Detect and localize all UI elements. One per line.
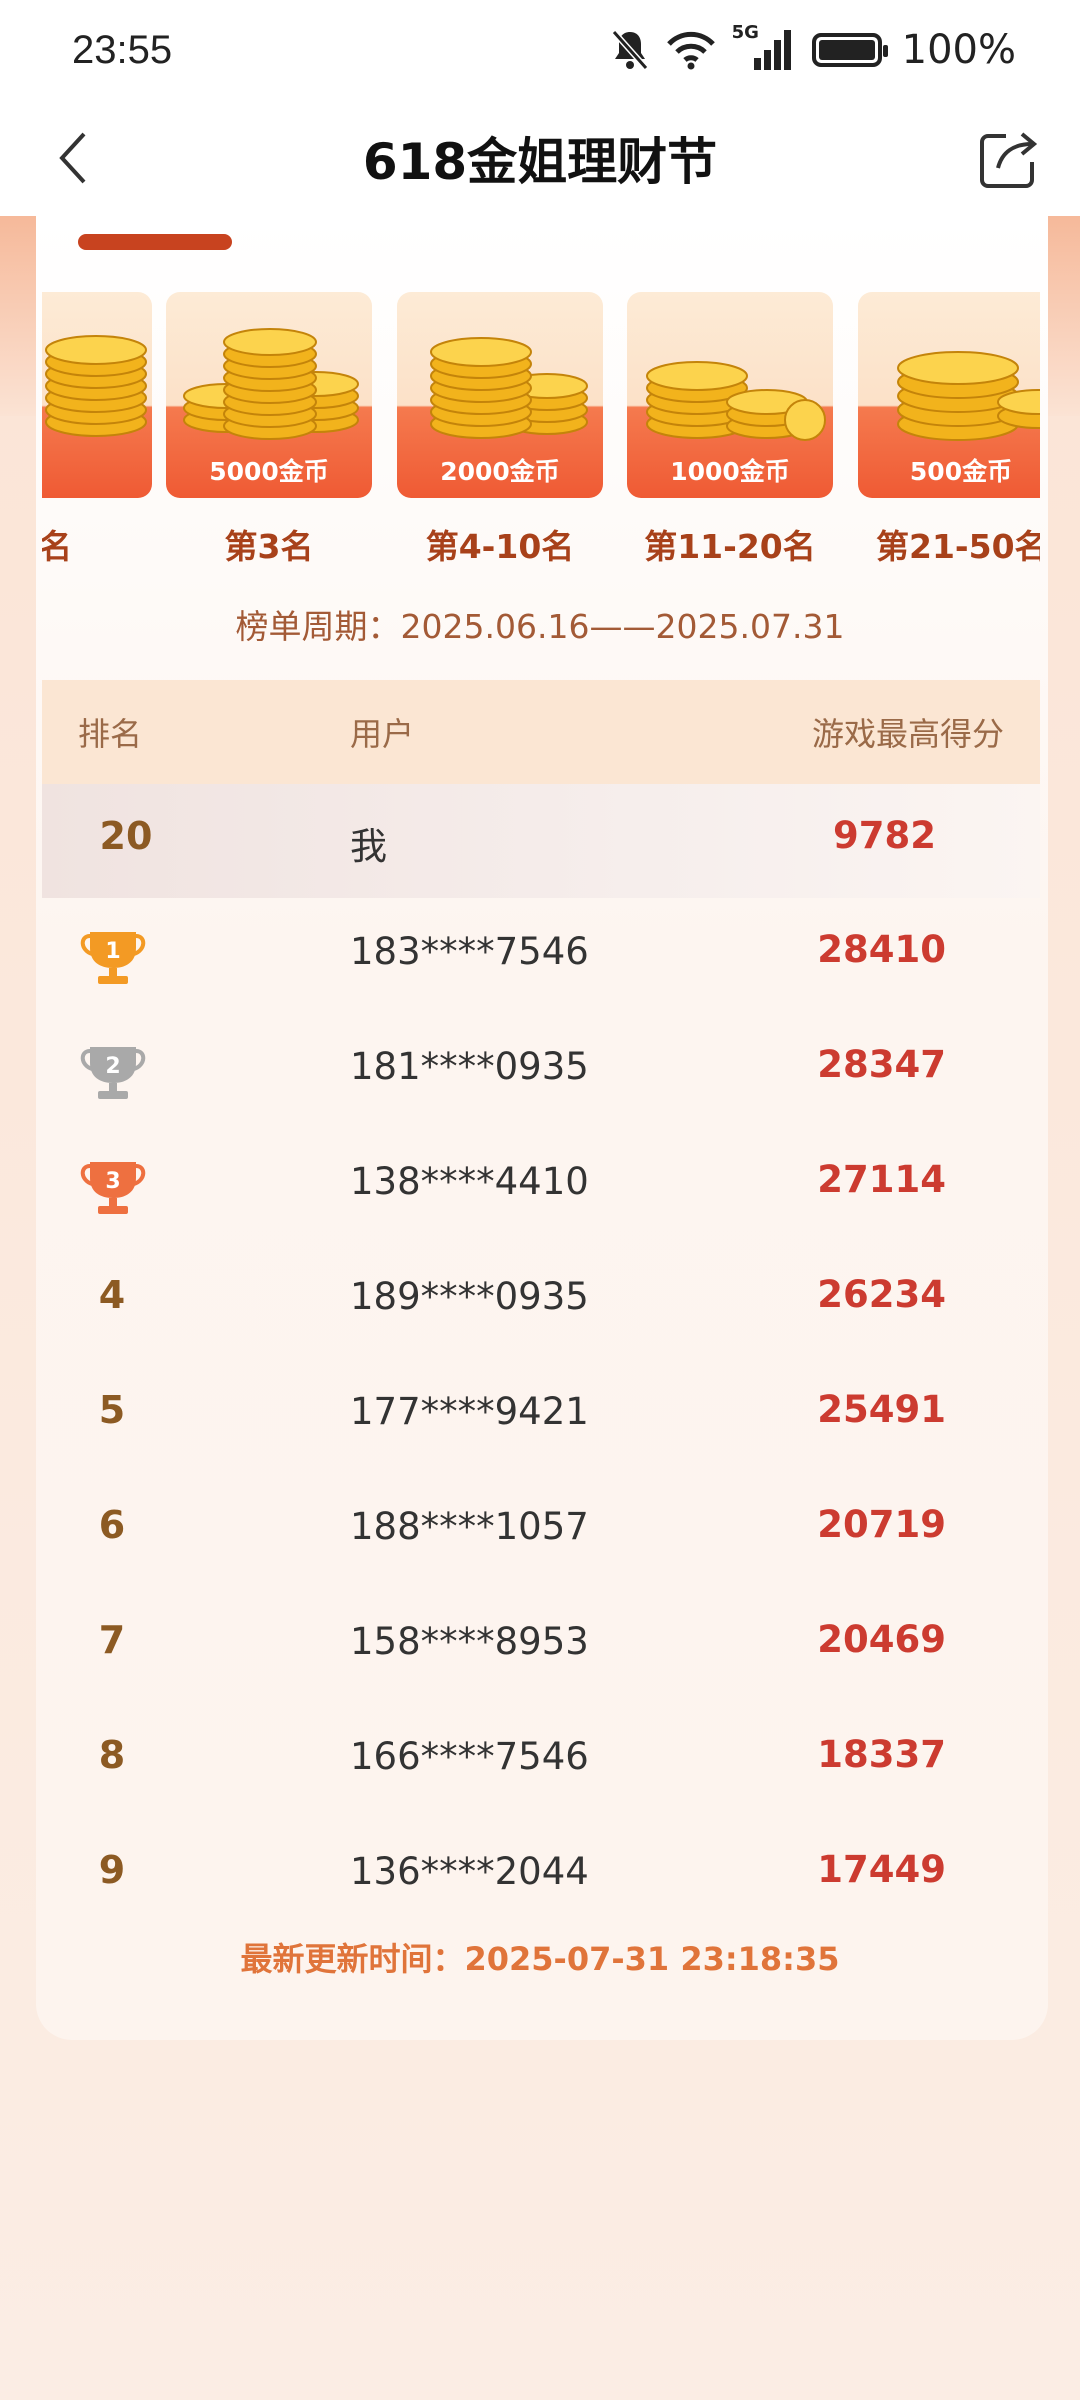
table-row: 9 136****2044 17449 xyxy=(42,1818,1040,1933)
row-rank: 5 xyxy=(98,1388,126,1432)
prize-carousel[interactable]: 金币 2名 5000金币 第3名 xyxy=(42,292,1040,572)
table-header: 排名 用户 游戏最高得分 xyxy=(42,680,1040,784)
prize-item[interactable]: 500金币 第21-50名 xyxy=(858,292,1040,568)
page-title: 618金姐理财节 xyxy=(362,133,718,191)
prize-amount: 2000金币 xyxy=(440,457,560,486)
prize-amount: 500金币 xyxy=(909,457,1013,486)
status-icons: 5G 100% xyxy=(610,22,1016,73)
prize-amount: 1000金币 xyxy=(670,457,790,486)
share-icon[interactable] xyxy=(978,124,1044,190)
decor-strip-left xyxy=(0,216,36,416)
prize-item[interactable]: 金币 2名 xyxy=(42,292,152,568)
status-time: 23:55 xyxy=(72,27,173,72)
prize-item[interactable]: 2000金币 第4-10名 xyxy=(397,292,603,568)
battery-icon xyxy=(811,33,888,67)
my-rank-row: 20 我 9782 xyxy=(42,784,1040,898)
row-score: 26234 xyxy=(817,1273,946,1316)
cell-signal-icon: 5G xyxy=(732,22,796,72)
nav-header: 618金姐理财节 xyxy=(0,100,1080,216)
row-rank: 9 xyxy=(98,1848,126,1892)
row-user: 136****2044 xyxy=(350,1850,589,1893)
my-user: 我 xyxy=(350,825,387,868)
row-user: 188****1057 xyxy=(350,1505,589,1548)
prize-tile: 2000金币 xyxy=(397,292,603,498)
my-score: 9782 xyxy=(833,814,936,857)
prize-rank: 第3名 xyxy=(224,527,314,566)
col-user-header: 用户 xyxy=(350,715,415,753)
table-row: 4 189****0935 26234 xyxy=(42,1243,1040,1358)
prize-rank: 2名 xyxy=(42,527,72,566)
row-user: 177****9421 xyxy=(350,1390,589,1433)
svg-text:2: 2 xyxy=(105,1054,120,1079)
tab-indicator xyxy=(78,234,232,250)
silver-trophy-icon: 2 xyxy=(80,1047,146,1099)
prize-tile: 金币 xyxy=(42,292,152,498)
row-score: 28410 xyxy=(817,928,946,971)
row-user: 181****0935 xyxy=(350,1045,589,1088)
row-user: 138****4410 xyxy=(350,1160,589,1203)
battery-percent: 100% xyxy=(901,27,1016,73)
coin-stack-icon xyxy=(897,351,1040,441)
row-user: 189****0935 xyxy=(350,1275,589,1318)
wifi-icon xyxy=(666,31,715,70)
row-score: 17449 xyxy=(817,1848,946,1891)
svg-text:1: 1 xyxy=(105,939,120,964)
row-score: 18337 xyxy=(817,1733,946,1776)
table-row: 6 188****1057 20719 xyxy=(42,1473,1040,1588)
col-score-header: 游戏最高得分 xyxy=(811,715,1004,753)
last-updated-time: 最新更新时间：2025-07-31 23:18:35 xyxy=(240,1940,840,1978)
row-score: 20469 xyxy=(817,1618,946,1661)
row-rank: 8 xyxy=(98,1733,126,1777)
table-row: 5 177****9421 25491 xyxy=(42,1358,1040,1473)
status-bar: 23:55 5G 100% xyxy=(0,0,1080,100)
coin-stack-icon xyxy=(430,337,588,439)
prize-item[interactable]: 1000金币 第11-20名 xyxy=(627,292,833,568)
prize-rank: 第4-10名 xyxy=(425,527,575,566)
prize-tile: 500金币 xyxy=(858,292,1040,498)
row-user: 166****7546 xyxy=(350,1735,589,1778)
prize-tile: 1000金币 xyxy=(627,292,833,498)
back-chevron-icon[interactable] xyxy=(44,126,108,190)
table-row: 2 181****0935 28347 xyxy=(42,1013,1040,1128)
row-user: 183****7546 xyxy=(350,930,589,973)
table-row: 3 138****4410 27114 xyxy=(42,1128,1040,1243)
prize-amount: 5000金币 xyxy=(209,457,329,486)
row-rank: 4 xyxy=(98,1273,126,1317)
row-rank: 7 xyxy=(98,1618,126,1662)
row-score: 25491 xyxy=(817,1388,946,1431)
table-row: 7 158****8953 20469 xyxy=(42,1588,1040,1703)
my-rank: 20 xyxy=(99,814,153,858)
prize-item[interactable]: 5000金币 第3名 xyxy=(166,292,372,568)
svg-text:3: 3 xyxy=(105,1169,120,1194)
gold-trophy-icon: 1 xyxy=(80,932,146,984)
prize-rank: 第11-20名 xyxy=(644,527,816,566)
bronze-trophy-icon: 3 xyxy=(80,1162,146,1214)
col-rank-header: 排名 xyxy=(78,715,143,753)
row-score: 20719 xyxy=(817,1503,946,1546)
row-rank: 6 xyxy=(98,1503,126,1547)
prize-amount: 金币 xyxy=(42,452,92,488)
table-row: 8 166****7546 18337 xyxy=(42,1703,1040,1818)
prize-tile: 5000金币 xyxy=(166,292,372,498)
prize-rank: 第21-50名 xyxy=(876,527,1040,566)
row-score: 28347 xyxy=(817,1043,946,1086)
row-user: 158****8953 xyxy=(350,1620,589,1663)
coin-stack-icon xyxy=(45,335,147,437)
decor-strip-right xyxy=(1048,216,1080,416)
row-score: 27114 xyxy=(817,1158,946,1201)
coin-stack-icon xyxy=(183,328,359,440)
coin-stack-icon xyxy=(646,361,826,441)
table-row: 1 183****7546 28410 xyxy=(42,898,1040,1013)
ranking-period: 榜单周期：2025.06.16——2025.07.31 xyxy=(235,607,845,646)
mute-bell-icon xyxy=(611,30,648,70)
